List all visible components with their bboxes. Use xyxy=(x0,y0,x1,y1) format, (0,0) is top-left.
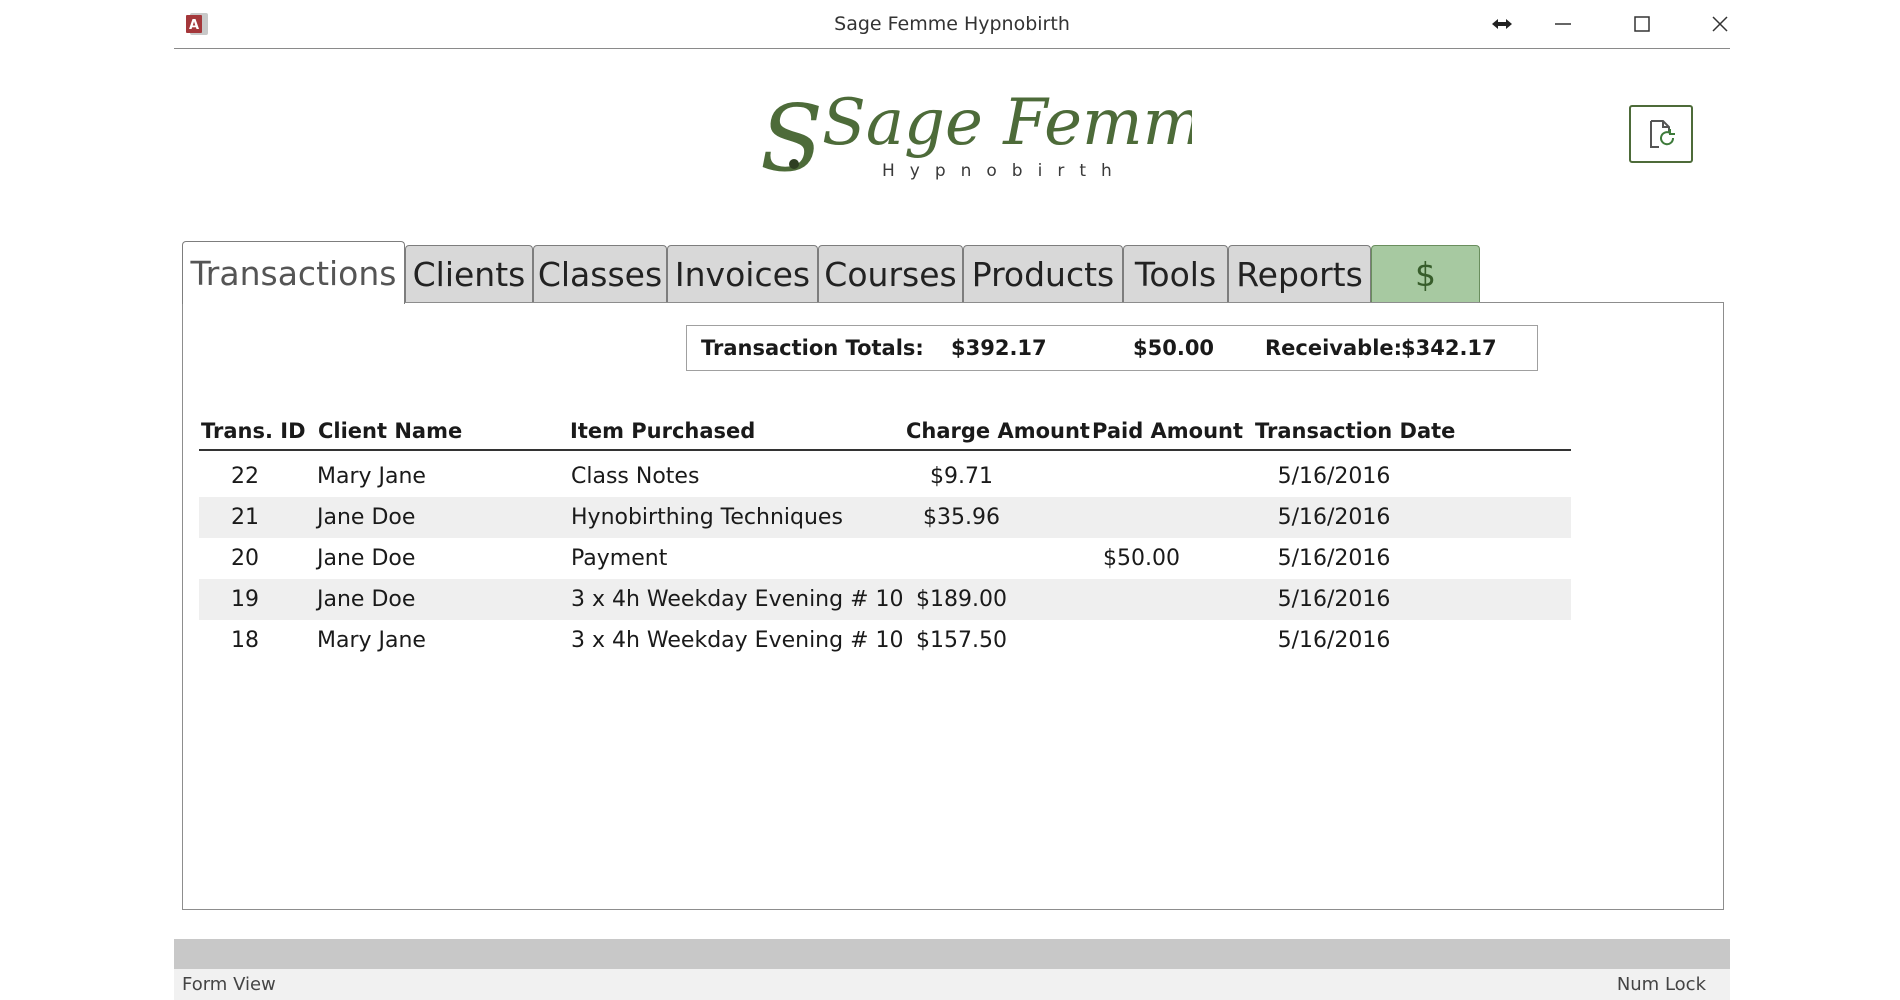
transactions-table: Trans. ID Client Name Item Purchased Cha… xyxy=(199,415,1571,661)
tab-tools[interactable]: Tools xyxy=(1123,245,1228,303)
double-arrow-icon xyxy=(1492,19,1512,29)
logo-initial: S xyxy=(760,85,823,192)
header-paid-amount: Paid Amount xyxy=(1092,419,1244,443)
cell-trans-id: 19 xyxy=(231,587,259,612)
transactions-panel: Transaction Totals: $392.17 $50.00 Recei… xyxy=(182,302,1724,910)
cell-trans-id: 21 xyxy=(231,505,259,530)
header-transaction-date: Transaction Date xyxy=(1255,419,1456,443)
cell-transaction-date: 5/16/2016 xyxy=(1277,628,1391,653)
charge-total: $392.17 xyxy=(951,336,1047,360)
cell-transaction-date: 5/16/2016 xyxy=(1277,546,1391,571)
minimize-icon xyxy=(1555,23,1571,25)
cell-item-purchased: Class Notes xyxy=(571,464,700,489)
cell-item-purchased: Hynobirthing Techniques xyxy=(571,505,843,530)
cell-transaction-date: 5/16/2016 xyxy=(1277,587,1391,612)
cell-trans-id: 22 xyxy=(231,464,259,489)
maximize-icon xyxy=(1634,16,1650,32)
sage-femme-logo: S Sage Femme Hypnobirth xyxy=(760,85,1192,192)
cell-client-name: Jane Doe xyxy=(317,587,416,612)
minimize-button[interactable] xyxy=(1537,0,1589,48)
cell-charge-amount: $9.71 xyxy=(930,464,993,489)
app-window: A Sage Femme Hypnobirth S Sage Fem Hypno… xyxy=(174,0,1730,1000)
cell-item-purchased: Payment xyxy=(571,546,668,571)
tab-courses[interactable]: Courses xyxy=(818,245,963,303)
logo-name: Sage Femme xyxy=(822,86,1192,160)
receivable-amount: $342.17 xyxy=(1401,336,1497,360)
close-button[interactable] xyxy=(1694,0,1746,48)
receivable-label: Receivable: xyxy=(1265,336,1403,360)
cell-transaction-date: 5/16/2016 xyxy=(1277,505,1391,530)
table-row[interactable]: 21 Jane Doe Hynobirthing Techniques $35.… xyxy=(199,497,1571,538)
cell-client-name: Mary Jane xyxy=(317,628,426,653)
cell-charge-amount: $157.50 xyxy=(916,628,1007,653)
status-bar: Form View Num Lock xyxy=(174,969,1730,1000)
cell-charge-amount: $35.96 xyxy=(923,505,1000,530)
table-row[interactable]: 20 Jane Doe Payment $50.00 5/16/2016 xyxy=(199,538,1571,579)
tab-reports[interactable]: Reports xyxy=(1228,245,1371,303)
close-icon xyxy=(1712,16,1728,32)
tab-classes[interactable]: Classes xyxy=(533,245,667,303)
refresh-button[interactable] xyxy=(1629,105,1693,163)
tab-products[interactable]: Products xyxy=(963,245,1123,303)
header-trans-id: Trans. ID xyxy=(201,419,306,443)
tab-clients[interactable]: Clients xyxy=(405,245,533,303)
cell-paid-amount: $50.00 xyxy=(1103,546,1180,571)
refresh-document-icon xyxy=(1650,120,1675,148)
table-header: Trans. ID Client Name Item Purchased Cha… xyxy=(199,415,1571,451)
cell-client-name: Jane Doe xyxy=(317,546,416,571)
transaction-totals-box: Transaction Totals: $392.17 $50.00 Recei… xyxy=(686,325,1538,371)
status-view-mode: Form View xyxy=(182,974,276,995)
logo-tagline: Hypnobirth xyxy=(882,161,1127,181)
header-client-name: Client Name xyxy=(318,419,463,443)
tab-invoices[interactable]: Invoices xyxy=(667,245,818,303)
maximize-button[interactable] xyxy=(1616,0,1668,48)
cell-charge-amount: $189.00 xyxy=(916,587,1007,612)
cell-client-name: Mary Jane xyxy=(317,464,426,489)
cell-item-purchased: 3 x 4h Weekday Evening # 10 xyxy=(571,628,904,653)
cell-trans-id: 20 xyxy=(231,546,259,571)
status-num-lock: Num Lock xyxy=(1616,974,1706,995)
table-row[interactable]: 19 Jane Doe 3 x 4h Weekday Evening # 10 … xyxy=(199,579,1571,620)
cell-item-purchased: 3 x 4h Weekday Evening # 10 xyxy=(571,587,904,612)
cell-client-name: Jane Doe xyxy=(317,505,416,530)
tab-transactions[interactable]: Transactions xyxy=(182,241,405,304)
paid-total: $50.00 xyxy=(1133,336,1215,360)
header-item-purchased: Item Purchased xyxy=(570,419,756,443)
cell-trans-id: 18 xyxy=(231,628,259,653)
table-row[interactable]: 18 Mary Jane 3 x 4h Weekday Evening # 10… xyxy=(199,620,1571,661)
tab-dollar[interactable]: $ xyxy=(1371,245,1480,303)
cell-transaction-date: 5/16/2016 xyxy=(1277,464,1391,489)
header-charge-amount: Charge Amount xyxy=(906,419,1090,443)
resize-arrows-button[interactable] xyxy=(1476,0,1528,48)
status-bar-strip xyxy=(174,939,1730,969)
title-bar: A Sage Femme Hypnobirth xyxy=(174,0,1730,49)
table-row[interactable]: 22 Mary Jane Class Notes $9.71 5/16/2016 xyxy=(199,456,1571,497)
totals-label: Transaction Totals: xyxy=(701,336,924,360)
